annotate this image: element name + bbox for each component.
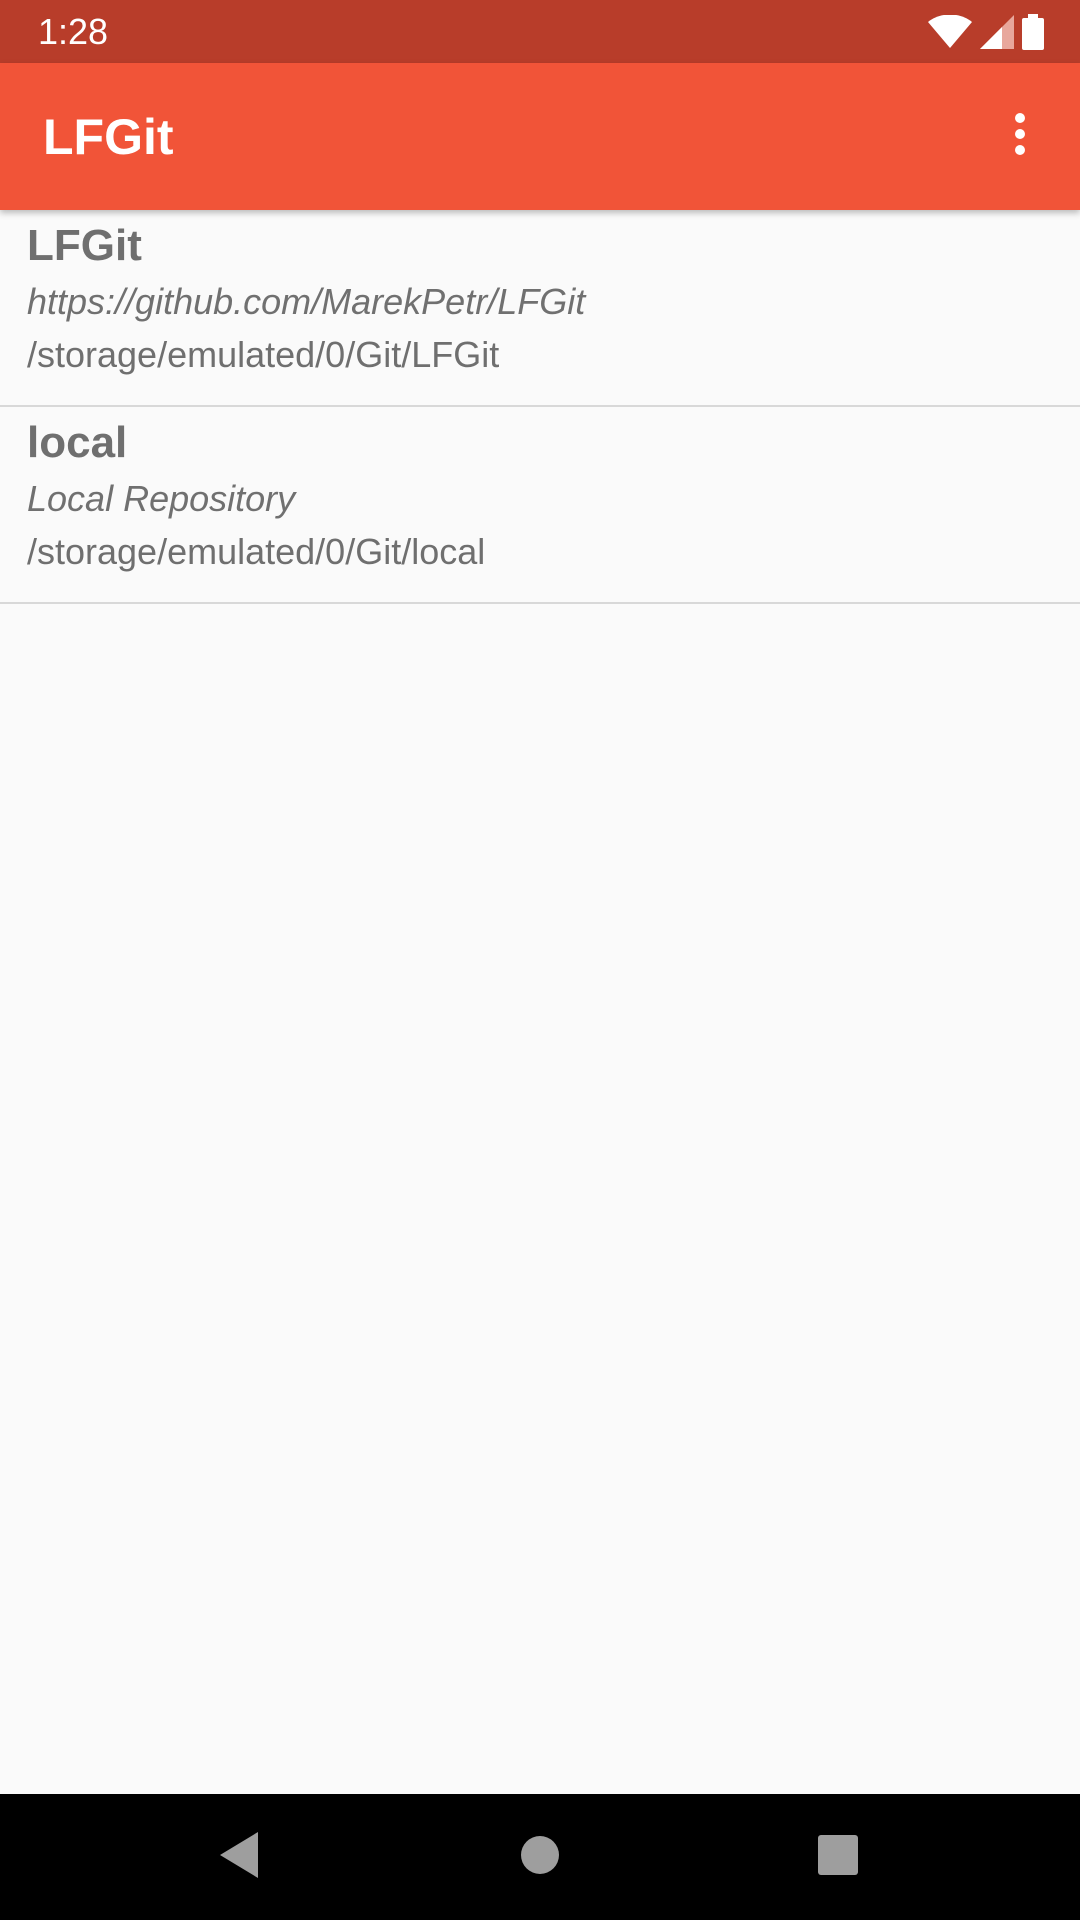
back-icon <box>220 1831 260 1883</box>
repository-name: LFGit <box>27 221 142 270</box>
status-time: 1:28 <box>38 11 109 52</box>
more-vert-icon <box>1014 112 1026 161</box>
home-button[interactable] <box>470 1794 610 1920</box>
repository-name: local <box>27 418 128 467</box>
repository-path: /storage/emulated/0/Git/LFGit <box>27 334 500 375</box>
app-title: LFGit <box>43 109 174 165</box>
repository-remote: Local Repository <box>27 478 296 519</box>
repository-path: /storage/emulated/0/Git/local <box>27 531 486 572</box>
screen: 1:28 LFGit LFGit https://github.com/Mare… <box>0 0 1080 1920</box>
status-bar: 1:28 <box>0 0 1080 63</box>
app-bar: LFGit <box>0 63 1080 210</box>
navigation-bar <box>0 1794 1080 1920</box>
overflow-menu-button[interactable] <box>960 63 1080 210</box>
wifi-icon <box>928 15 972 49</box>
repository-item[interactable]: LFGit https://github.com/MarekPetr/LFGit… <box>0 210 1080 407</box>
cellular-signal-icon <box>980 15 1014 49</box>
repository-remote: https://github.com/MarekPetr/LFGit <box>27 281 586 322</box>
repository-item[interactable]: local Local Repository /storage/emulated… <box>0 407 1080 604</box>
repository-list: LFGit https://github.com/MarekPetr/LFGit… <box>0 210 1080 604</box>
back-button[interactable] <box>170 1794 310 1920</box>
battery-icon <box>1022 14 1044 50</box>
recents-button[interactable] <box>768 1794 908 1920</box>
recents-icon <box>818 1834 858 1880</box>
status-icons <box>928 12 1044 52</box>
home-icon <box>521 1835 559 1879</box>
